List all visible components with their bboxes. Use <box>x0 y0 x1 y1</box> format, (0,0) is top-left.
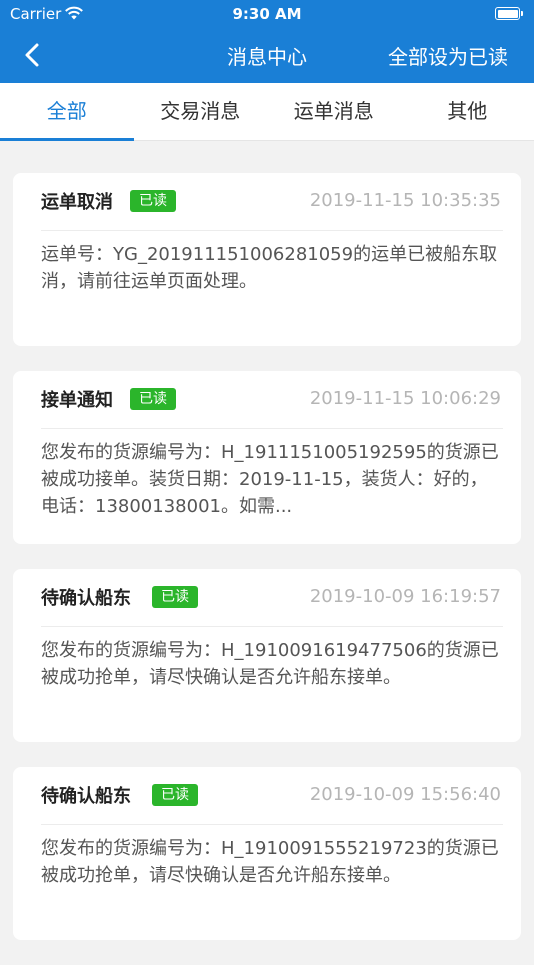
read-badge: 已读 <box>130 190 176 212</box>
message-body: 您发布的货源编号为：H_1910091619477506的货源已被成功抢单，请尽… <box>41 637 503 691</box>
message-card[interactable]: 运单取消 已读 2019-11-15 10:35:35 运单号：YG_20191… <box>13 173 521 346</box>
message-card[interactable]: 待确认船东 已读 2019-10-09 15:56:40 您发布的货源编号为：H… <box>13 767 521 940</box>
battery-icon <box>495 7 520 20</box>
mark-all-read-button[interactable]: 全部设为已读 <box>388 41 508 70</box>
read-badge: 已读 <box>152 784 198 806</box>
message-list: 运单取消 已读 2019-11-15 10:35:35 运单号：YG_20191… <box>13 173 521 965</box>
status-bar: Carrier 9:30 AM <box>0 0 534 28</box>
message-header: 运单取消 已读 2019-11-15 10:35:35 <box>41 173 503 231</box>
message-header: 接单通知 已读 2019-11-15 10:06:29 <box>41 371 503 429</box>
status-time: 9:30 AM <box>0 5 534 23</box>
message-title: 待确认船东 <box>41 782 131 808</box>
message-body: 运单号：YG_20191115100628105​9的运单已被船东取消，请前往运… <box>41 241 503 295</box>
tab-all[interactable]: 全部 <box>0 83 134 140</box>
tab-other[interactable]: 其他 <box>401 83 534 140</box>
navigation-bar: 消息中心 全部设为已读 <box>0 28 534 83</box>
app-header: Carrier 9:30 AM 消息中心 全部设为已读 <box>0 0 534 83</box>
message-tabs: 全部 交易消息 运单消息 其他 <box>0 83 534 141</box>
message-body: 您发布的货源编号为：H_1910091555219723的货源已被成功抢单，请尽… <box>41 835 503 889</box>
message-title: 接单通知 <box>41 386 113 412</box>
message-time: 2019-11-15 10:06:29 <box>310 388 501 409</box>
read-badge: 已读 <box>130 388 176 410</box>
tab-waybill-messages[interactable]: 运单消息 <box>267 83 401 140</box>
message-card[interactable]: 接单通知 已读 2019-11-15 10:06:29 您发布的货源编号为：H_… <box>13 371 521 544</box>
message-time: 2019-11-15 10:35:35 <box>310 190 501 211</box>
tab-trade-messages[interactable]: 交易消息 <box>134 83 268 140</box>
message-title: 待确认船东 <box>41 584 131 610</box>
message-body: 您发布的货源编号为：H_1911151005192595的货源已被成功接单。装货… <box>41 439 503 520</box>
message-title: 运单取消 <box>41 188 113 214</box>
message-header: 待确认船东 已读 2019-10-09 16:19:57 <box>41 569 503 627</box>
read-badge: 已读 <box>152 586 198 608</box>
message-time: 2019-10-09 15:56:40 <box>310 784 501 805</box>
message-header: 待确认船东 已读 2019-10-09 15:56:40 <box>41 767 503 825</box>
message-time: 2019-10-09 16:19:57 <box>310 586 501 607</box>
message-card[interactable]: 待确认船东 已读 2019-10-09 16:19:57 您发布的货源编号为：H… <box>13 569 521 742</box>
